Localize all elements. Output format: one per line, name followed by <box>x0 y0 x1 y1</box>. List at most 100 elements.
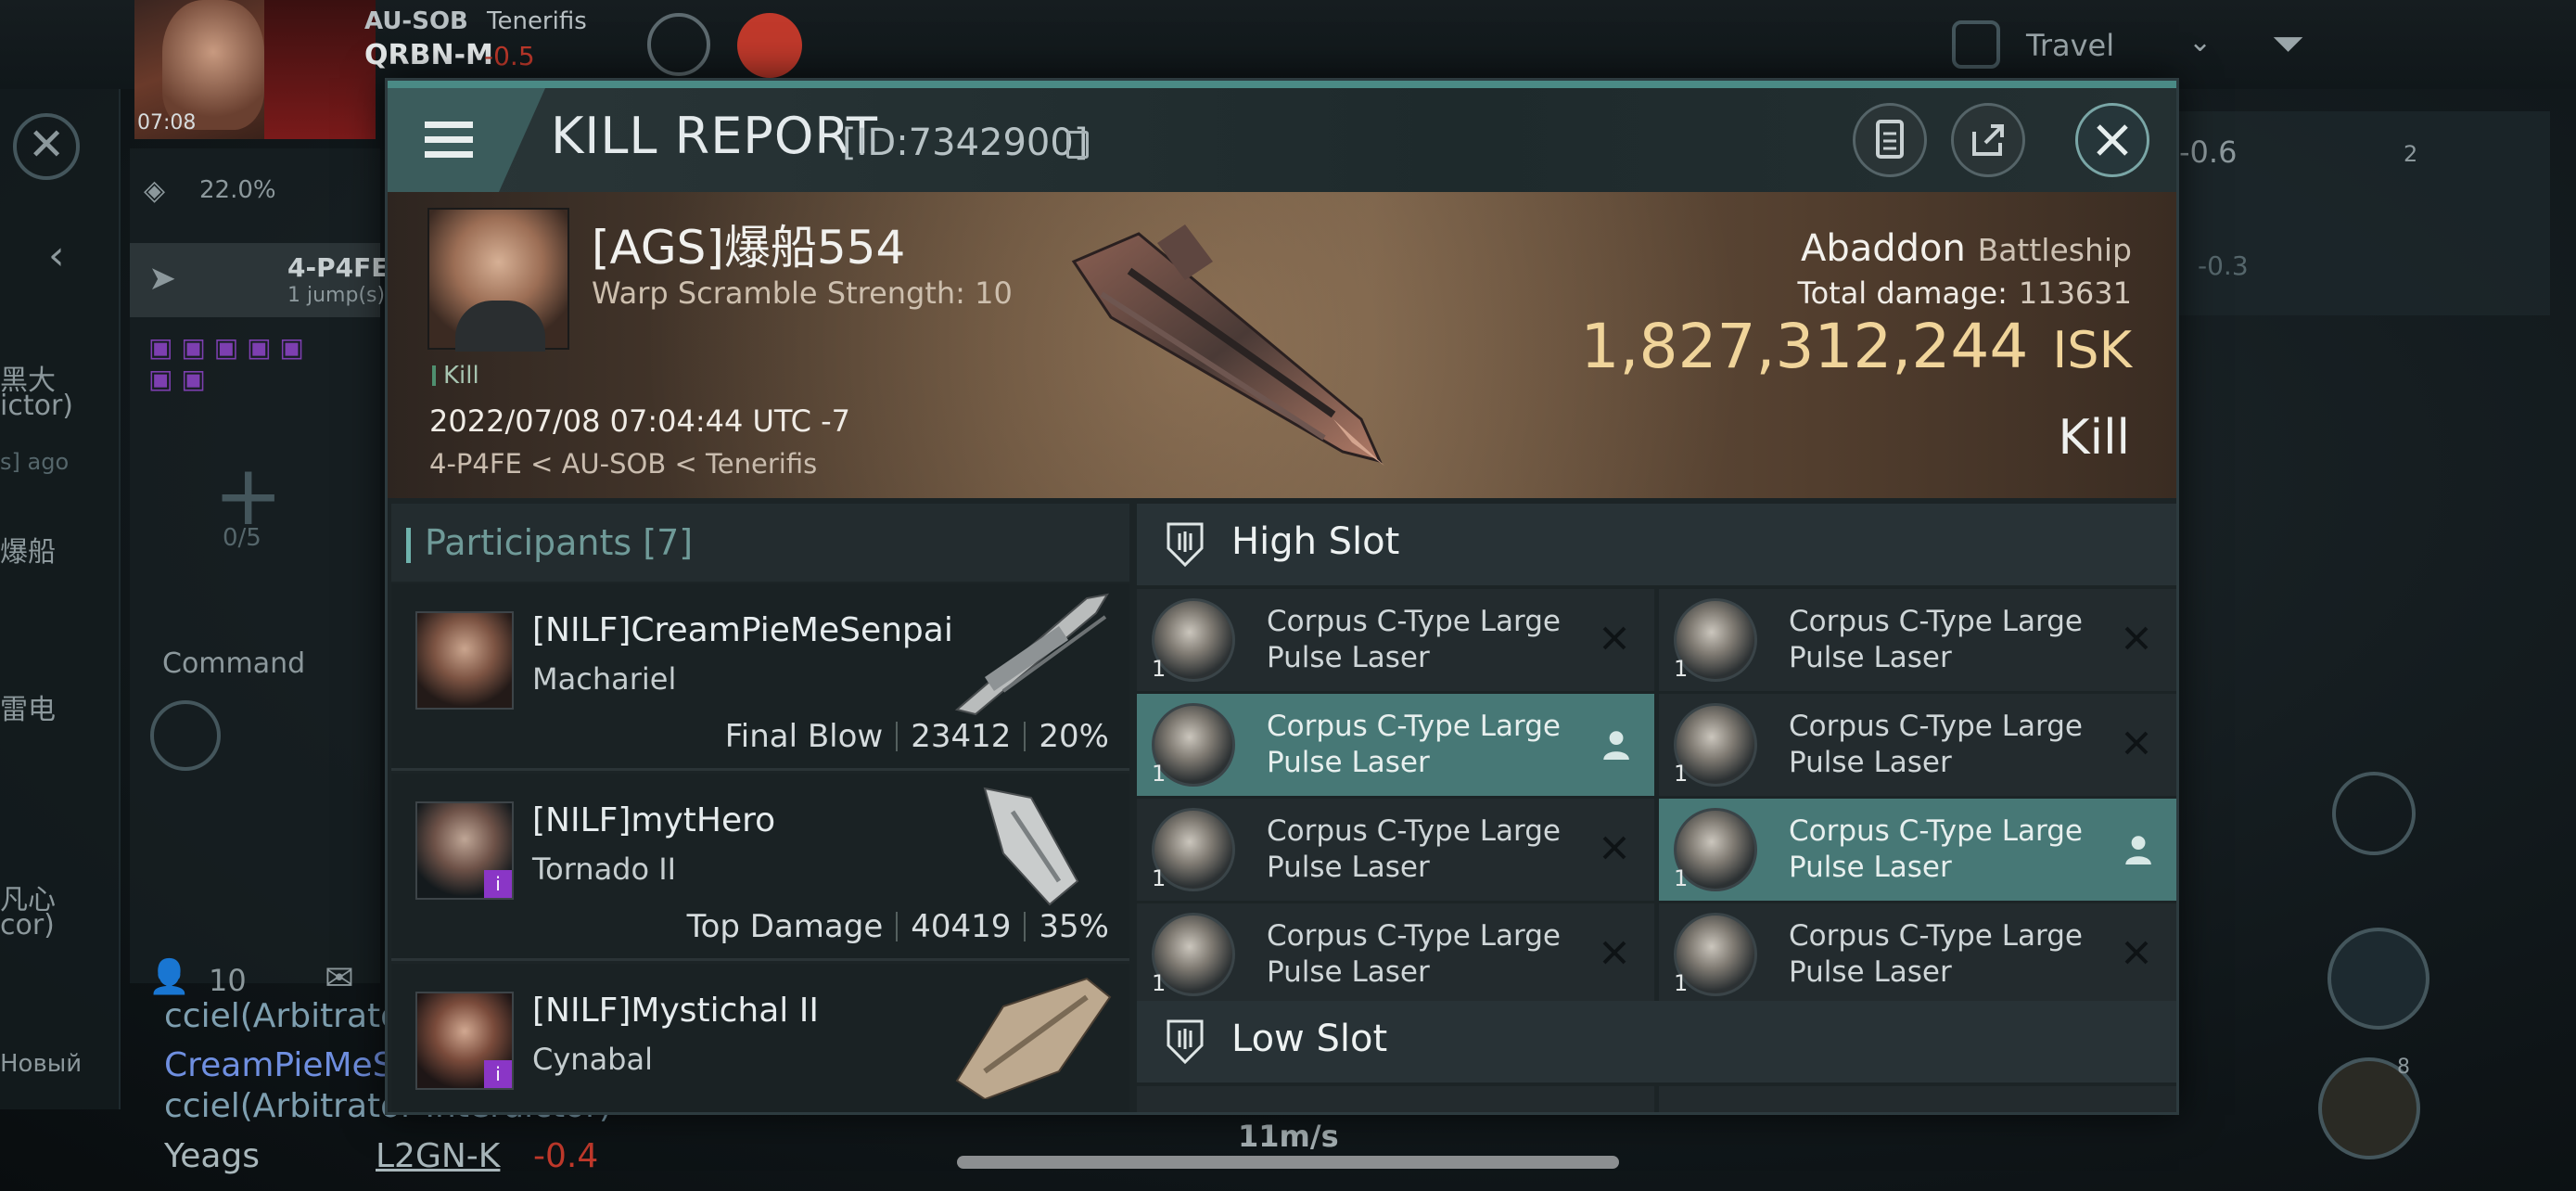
stat-divider <box>896 912 899 941</box>
local-icon[interactable]: 👤 <box>148 957 190 996</box>
participants-panel: Participants [7] [NILF]CreamPieMeSenpai … <box>391 504 1129 1112</box>
travel-label[interactable]: Travel <box>2026 28 2114 63</box>
right-badge: 8 <box>2397 1056 2410 1079</box>
participant-name: [NILF]CreamPieMeSenpai <box>532 611 953 649</box>
high-slot-header: High Slot <box>1137 504 2176 585</box>
module-quantity: 1 <box>1152 970 1167 996</box>
destroyed-x-icon <box>1602 941 1626 965</box>
isk-value: 1,827,312,244 ISK <box>1581 311 2132 382</box>
left-fragment-7: cor) <box>0 909 55 941</box>
high-slot-item[interactable]: 1 Corpus C-Type Large Pulse Laser <box>1659 589 2176 691</box>
participant-portrait[interactable]: i <box>415 992 514 1090</box>
participant-ship-image <box>955 977 1112 1099</box>
module-quantity: 1 <box>1152 865 1167 891</box>
participant-portrait[interactable]: i <box>415 801 514 900</box>
left-fragment-8: Новый <box>0 1050 83 1078</box>
left-fragment-5: 雷电 <box>0 694 56 726</box>
destroyed-x-icon <box>1602 836 1626 860</box>
victim-name[interactable]: [AGS]爆船554 <box>592 211 905 277</box>
high-slot-item[interactable]: 1 Corpus C-Type Large Pulse Laser <box>1659 799 2176 901</box>
clipboard-icon <box>1876 120 1904 159</box>
participant-ship-image <box>954 593 1109 716</box>
menu-button[interactable] <box>388 88 545 192</box>
filter-icon[interactable]: ⏷ <box>2272 20 2304 68</box>
back-chevron-icon[interactable]: ‹ <box>48 232 65 279</box>
participant-ship: Machariel <box>532 661 677 697</box>
high-slot-item[interactable]: 1 Corpus C-Type Large Pulse Laser <box>1137 799 1654 901</box>
participant-ship: Tornado II <box>532 852 677 887</box>
mail-icon[interactable]: ✉ <box>325 957 354 998</box>
high-slot-item[interactable]: 1 Corpus C-Type Large Pulse Laser <box>1659 903 2176 1005</box>
high-slot-item[interactable]: 1 Corpus C-Type Large Pulse Laser <box>1659 694 2176 796</box>
participant-name: [NILF]mytHero <box>532 801 776 839</box>
kill-result: Kill <box>2058 410 2130 466</box>
game-screen: AU-SOB Tenerifis QRBN-M -0.5 07:08 Trave… <box>0 0 2576 1191</box>
copy-icon[interactable] <box>1066 131 1089 159</box>
participant-ship-image <box>983 787 1079 906</box>
swap-icon[interactable] <box>2332 772 2416 855</box>
stat-divider <box>1024 722 1027 751</box>
low-slot-header: Low Slot <box>1137 1001 2176 1082</box>
right-sec-2: -0.3 <box>2198 250 2249 281</box>
share-button[interactable] <box>1951 103 2025 177</box>
kill-location[interactable]: 4-P4FE < AU-SOB < Tenerifis <box>429 448 817 480</box>
left-fragment-2: ictor) <box>0 390 73 422</box>
low-slot-icon <box>1167 1019 1204 1065</box>
module-name: Corpus C-Type Large Pulse Laser <box>1789 710 2083 779</box>
ship-speed: 11m/s <box>1238 1119 1339 1154</box>
fleet-icons: ▣ ▣ ▣ ▣ ▣ <box>148 332 304 363</box>
participant-row[interactable]: i [NILF]Mystichal II Cynabal <box>391 964 1129 1112</box>
command-label[interactable]: Command <box>162 647 305 680</box>
isk-amount: 1,827,312,244 <box>1580 311 2029 382</box>
info-badge-icon[interactable]: i <box>484 1060 512 1088</box>
participant-percent: 35% <box>1039 908 1109 945</box>
fitting-panel: High Slot 1 Corpus C-Type Large Pulse Las… <box>1137 504 2176 1112</box>
module-name: Corpus C-Type Large Pulse Laser <box>1267 814 1561 884</box>
close-button[interactable] <box>2075 103 2149 177</box>
victim-ship-image[interactable] <box>1055 206 1408 475</box>
chat-user[interactable]: Yeags <box>164 1137 260 1175</box>
participant-row[interactable]: [NILF]CreamPieMeSenpai Machariel Final B… <box>391 583 1129 771</box>
system-security: -0.5 <box>484 41 535 71</box>
destroyed-x-icon <box>2124 941 2149 965</box>
stat-divider <box>896 722 899 751</box>
command-target-icon[interactable] <box>150 700 221 771</box>
dialog-header: KILL REPORT [ID:7342900] <box>388 88 2176 192</box>
info-badge-icon[interactable]: i <box>484 870 512 898</box>
participant-role: Top Damage <box>686 908 884 945</box>
high-slot-item[interactable]: 1 Corpus C-Type Large Pulse Laser <box>1137 589 1654 691</box>
destroyed-x-icon <box>1602 626 1626 650</box>
total-damage-label: Total damage: <box>1797 275 2008 311</box>
victim-ship[interactable]: Abaddon Battleship <box>1801 227 2132 270</box>
faction-emblem-icon[interactable] <box>737 13 802 78</box>
travel-chevron-icon[interactable]: ⌄ <box>2188 26 2212 58</box>
nav-jumps: 1 jump(s) <box>287 284 386 307</box>
victim-portrait[interactable] <box>427 208 569 352</box>
participant-damage: 40419 <box>911 908 1012 945</box>
participant-portrait[interactable] <box>415 611 514 710</box>
module-name: Corpus C-Type Large Pulse Laser <box>1789 919 2083 989</box>
module-turret-icon[interactable] <box>2327 928 2429 1030</box>
current-system[interactable]: QRBN-M <box>364 39 493 71</box>
high-slot-item[interactable]: 1 Corpus C-Type Large Pulse Laser <box>1137 694 1654 796</box>
clipboard-button[interactable] <box>1853 103 1927 177</box>
participant-role: Final Blow <box>724 718 884 755</box>
chat-system[interactable]: L2GN-K <box>376 1137 500 1175</box>
participant-row[interactable]: i [NILF]mytHero Tornado II Top Damage 404… <box>391 774 1129 961</box>
module-quantity: 1 <box>1152 761 1167 787</box>
isk-unit: ISK <box>2052 321 2132 379</box>
home-indicator[interactable] <box>957 1156 1619 1169</box>
kill-report-id: [ID:7342900] <box>842 122 1089 164</box>
close-icon <box>2097 124 2128 156</box>
total-damage: Total damage: 113631 <box>1797 275 2132 311</box>
low-slot-item[interactable] <box>1659 1086 2176 1112</box>
module-name: Corpus C-Type Large Pulse Laser <box>1267 919 1561 989</box>
left-fragment-4: 爆船 <box>0 536 56 569</box>
high-slot-item[interactable]: 1 Corpus C-Type Large Pulse Laser <box>1137 903 1654 1005</box>
chat-line-2[interactable]: CreamPieMeS <box>164 1046 394 1084</box>
alliance-emblem-icon[interactable] <box>647 13 710 76</box>
stat-divider <box>1024 912 1027 941</box>
cargo-percent: 22.0% <box>199 176 276 204</box>
travel-icon[interactable] <box>1952 20 2000 69</box>
low-slot-item[interactable] <box>1137 1086 1654 1112</box>
